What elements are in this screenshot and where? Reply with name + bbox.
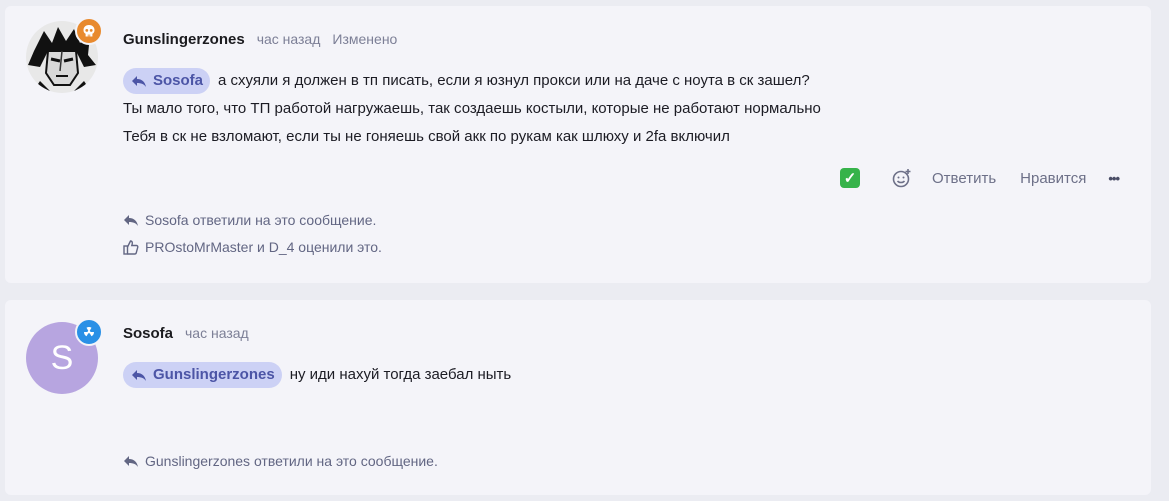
like-button[interactable]: Нравится (1020, 170, 1086, 187)
post-card: S Sosofa час назад Gunslingerzones ну ид… (5, 300, 1151, 495)
reply-arrow-icon (132, 75, 146, 87)
mention-name: Gunslingerzones (153, 366, 275, 384)
author-name[interactable]: Gunslingerzones (123, 31, 245, 48)
post-header: Sosofa час назад (123, 325, 249, 342)
replies-text: Sosofa ответили на это сообщение. (145, 212, 377, 228)
reply-mention[interactable]: Sosofa (123, 68, 211, 95)
reply-mention[interactable]: Gunslingerzones (123, 362, 282, 389)
post-text: Ты мало того, что ТП работой нагружаешь,… (123, 100, 821, 117)
post-line: Sosofa а схуяли я должен в тп писать, ес… (123, 68, 821, 95)
add-reaction-button[interactable] (892, 168, 912, 188)
author-name[interactable]: Sosofa (123, 325, 173, 342)
author-avatar[interactable] (26, 17, 103, 93)
replies-info[interactable]: Sosofa ответили на это сообщение. (123, 212, 376, 228)
likes-text: PROstoMrMaster и D_4 оценили это. (145, 239, 382, 255)
add-emoji-icon (892, 169, 911, 188)
post-line: Gunslingerzones ну иди нахуй тогда заеба… (123, 362, 512, 389)
post-actions: ✓ Ответить Нравится ••• (816, 168, 1120, 188)
edited-label[interactable]: Изменено (332, 31, 397, 47)
post-body: Sosofa а схуяли я должен в тп писать, ес… (123, 68, 821, 150)
post-time[interactable]: час назад (257, 31, 321, 47)
reply-arrow-icon (132, 369, 146, 381)
reply-button[interactable]: Ответить (932, 170, 996, 187)
post-header: Gunslingerzones час назад Изменено (123, 31, 397, 48)
post-text: ну иди нахуй тогда заебал ныть (289, 366, 512, 383)
more-options-button[interactable]: ••• (1108, 171, 1120, 186)
post-text: а схуяли я должен в тп писать, если я юз… (218, 72, 810, 89)
likes-info[interactable]: PROstoMrMaster и D_4 оценили это. (123, 239, 382, 255)
radiation-badge-icon (75, 318, 103, 346)
replies-text: Gunslingerzones ответили на это сообщени… (145, 453, 438, 469)
thumbs-up-icon (123, 240, 139, 255)
post-text: Тебя в ск не взломают, если ты не гоняеш… (123, 128, 730, 145)
reply-arrow-icon (124, 214, 138, 226)
reply-arrow-icon (124, 455, 138, 467)
post-body: Gunslingerzones ну иди нахуй тогда заеба… (123, 362, 512, 389)
replies-info[interactable]: Gunslingerzones ответили на это сообщени… (123, 453, 438, 469)
check-mark-icon[interactable]: ✓ (840, 168, 861, 188)
post-time[interactable]: час назад (185, 325, 249, 341)
skull-badge-icon (75, 17, 103, 45)
post-card: Gunslingerzones час назад Изменено Sosof… (5, 6, 1151, 283)
mention-name: Sosofa (153, 72, 204, 90)
author-avatar[interactable]: S (26, 318, 103, 394)
